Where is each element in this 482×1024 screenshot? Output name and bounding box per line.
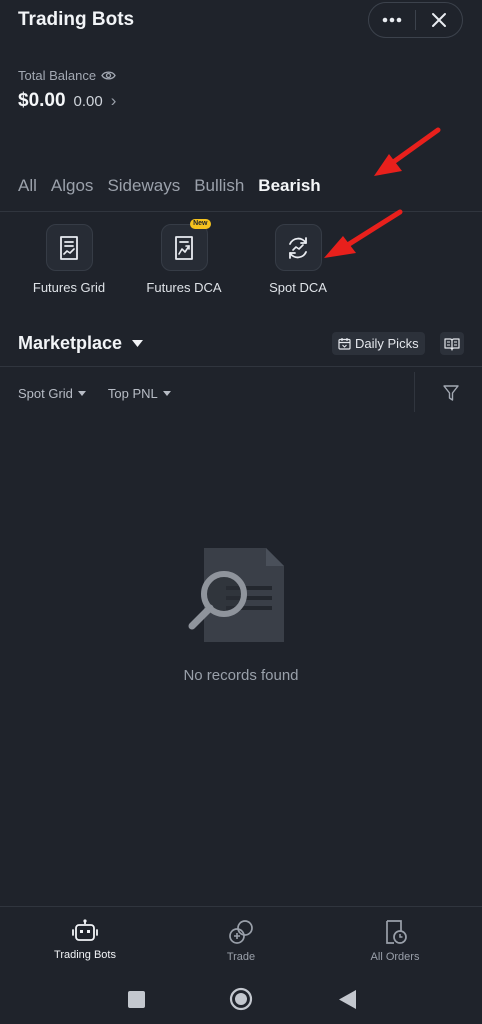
app-header: Trading Bots xyxy=(0,0,482,56)
caret-down-icon xyxy=(132,340,144,347)
annotation-arrow-spot-dca xyxy=(324,209,403,258)
futures-grid-icon-box xyxy=(45,224,93,271)
caret-down-icon xyxy=(77,391,86,396)
tab-bullish[interactable]: Bullish xyxy=(194,176,244,196)
nav-label: Trade xyxy=(226,951,256,963)
divider xyxy=(414,372,415,412)
marketplace-dropdown[interactable]: Marketplace xyxy=(18,333,144,354)
close-button[interactable] xyxy=(416,3,462,37)
balance-value: $0.00 xyxy=(18,90,66,111)
divider xyxy=(0,211,482,212)
recent-apps-button[interactable] xyxy=(121,984,151,1014)
guide-button[interactable] xyxy=(440,332,464,355)
filter-row: Spot Grid Top PNL xyxy=(18,386,171,401)
futures-dca-icon-box: New xyxy=(160,219,211,271)
tab-algos[interactable]: Algos xyxy=(51,176,94,196)
home-circle-icon xyxy=(229,987,253,1011)
system-nav-bar xyxy=(0,974,482,1024)
bot-label: Spot DCA xyxy=(269,280,327,295)
square-icon xyxy=(127,990,145,1008)
nav-label: All Orders xyxy=(370,951,420,963)
bottom-nav: Trading Bots Trade All Orders xyxy=(0,906,482,974)
more-button[interactable] xyxy=(369,3,415,37)
balance-row[interactable]: $0.00 0.00 › xyxy=(18,90,116,112)
total-balance-label: Total Balance xyxy=(18,68,116,83)
daily-picks-button[interactable]: Daily Picks xyxy=(332,332,425,355)
header-actions xyxy=(368,2,463,38)
category-tabs: All Algos Sideways Bullish Bearish xyxy=(18,176,321,196)
nav-trade[interactable]: Trade xyxy=(186,919,296,963)
book-icon xyxy=(444,337,460,351)
home-button[interactable] xyxy=(226,984,256,1014)
orders-icon xyxy=(386,920,407,944)
bot-label: Futures Grid xyxy=(32,280,106,295)
chevron-right-icon: › xyxy=(110,91,117,110)
divider xyxy=(0,366,482,367)
grid-type-filter[interactable]: Spot Grid xyxy=(18,386,86,401)
tab-bearish[interactable]: Bearish xyxy=(258,176,320,196)
no-records-illustration xyxy=(188,548,284,642)
sort-filter[interactable]: Top PNL xyxy=(108,386,171,401)
balance-sub-value: 0.00 xyxy=(73,93,103,110)
nav-trading-bots[interactable]: Trading Bots xyxy=(30,919,140,961)
spot-dca-icon-box xyxy=(274,224,322,271)
marketplace-title: Marketplace xyxy=(18,333,123,353)
calendar-icon xyxy=(338,338,351,350)
empty-state-message: No records found xyxy=(183,667,299,684)
tab-sideways[interactable]: Sideways xyxy=(107,176,180,196)
robot-icon xyxy=(72,919,98,941)
bot-futures-grid[interactable]: Futures Grid xyxy=(14,224,124,295)
close-icon xyxy=(432,13,446,27)
trade-icon xyxy=(229,920,253,944)
futures-grid-icon xyxy=(60,235,78,260)
new-badge: New xyxy=(190,219,211,229)
spot-dca-icon xyxy=(289,236,307,259)
funnel-icon xyxy=(443,385,459,401)
daily-picks-label: Daily Picks xyxy=(355,336,419,351)
back-button[interactable] xyxy=(332,984,362,1014)
more-icon xyxy=(382,17,402,23)
page-title: Trading Bots xyxy=(18,9,135,30)
filter-button[interactable] xyxy=(442,384,460,407)
eye-icon[interactable] xyxy=(101,70,116,81)
nav-label: Trading Bots xyxy=(54,949,116,961)
tab-all[interactable]: All xyxy=(18,176,37,196)
bot-label: Futures DCA xyxy=(146,280,222,295)
nav-all-orders[interactable]: All Orders xyxy=(340,919,450,963)
bot-futures-dca[interactable]: New Futures DCA xyxy=(129,219,239,295)
annotation-arrow-tab xyxy=(374,127,441,176)
back-triangle-icon xyxy=(338,989,356,1009)
futures-dca-icon xyxy=(175,235,193,260)
caret-down-icon xyxy=(162,391,171,396)
